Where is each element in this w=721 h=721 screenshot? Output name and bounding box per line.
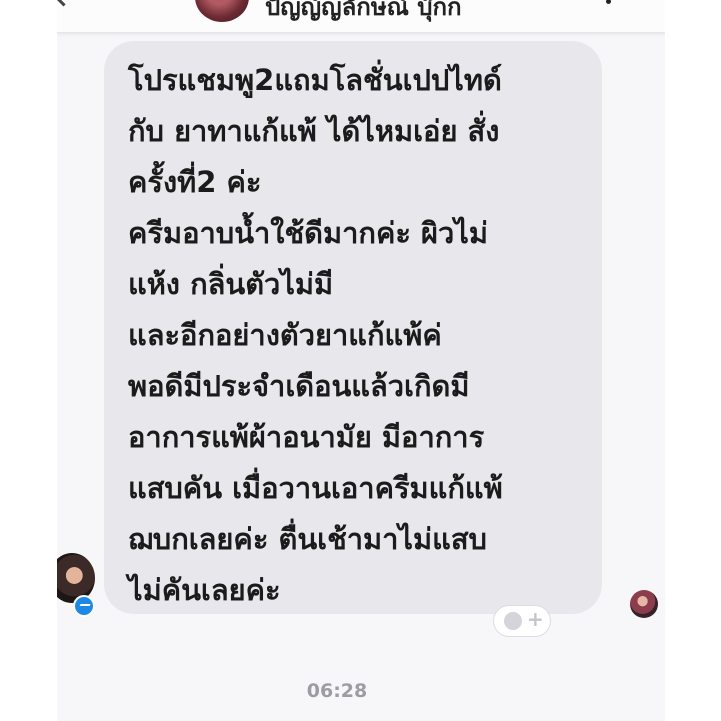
message-timestamp: 06:28 [306, 680, 368, 702]
message-line: โปรแชมพู2แถมโลชั่นเปปไทด์ [128, 63, 502, 97]
read-receipt-avatar [630, 590, 658, 618]
messenger-icon [73, 595, 95, 617]
message-line: แสบคัน เมื่อวานเอาครีมแก้แพ้ [128, 471, 503, 505]
message-line: ฌบกเลยค่ะ ตื่นเช้ามาไม่แสบ [128, 522, 487, 556]
chat-header: ปัญญ์ญลักษณ์ บุ๊กก [57, 0, 665, 33]
contact-avatar[interactable] [195, 0, 249, 22]
chat-screen: ปัญญ์ญลักษณ์ บุ๊กก โปรแชมพู2แถมโลชั่นเปป… [57, 0, 665, 721]
message-line: ครีมอาบน้ำใช้ดีมากค่ะ ผิวไม่ [128, 216, 488, 250]
add-reaction-button[interactable]: + [493, 605, 551, 637]
message-line: กับ ยาทาแก้แพ้ ได้ไหมเอ่ย สั่ง [128, 114, 500, 148]
message-line: พอดีมีประจำเดือนแล้วเกิดมี [128, 369, 470, 403]
message-line: แห้ง กลิ่นตัวไม่มี [128, 267, 334, 301]
contact-name[interactable]: ปัญญ์ญลักษณ์ บุ๊กก [265, 0, 462, 26]
back-arrow-icon[interactable] [57, 0, 76, 7]
message-text: โปรแชมพู2แถมโลชั่นเปปไทด์ กับ ยาทาแก้แพ้… [128, 55, 598, 616]
smiley-icon [504, 612, 522, 630]
plus-icon: + [527, 607, 544, 631]
message-line: และอีกอย่างตัวยาแก้แพ้ค่ [128, 318, 442, 352]
more-options-icon[interactable] [606, 0, 611, 4]
message-line: อาการแพ้ผ้าอนามัย มีอาการ [128, 420, 485, 454]
message-line: ครั้งที่2 ค่ะ [128, 165, 262, 199]
